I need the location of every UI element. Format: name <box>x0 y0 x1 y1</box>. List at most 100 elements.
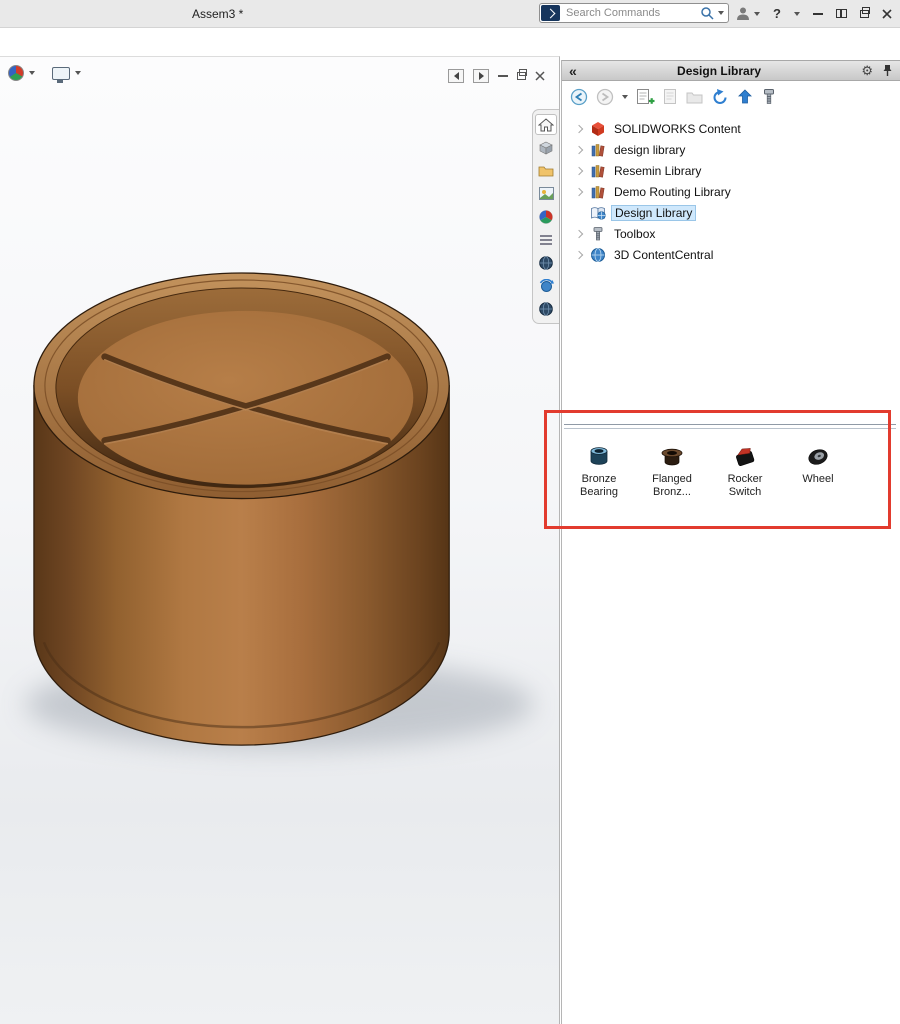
resources-tab[interactable] <box>535 137 557 158</box>
tree-item-solidworks-content[interactable]: SOLIDWORKS Content <box>562 118 900 139</box>
minimize-button[interactable] <box>813 13 823 15</box>
restore-button[interactable] <box>860 10 869 18</box>
design-library-panel: « Design Library ⚙ <box>561 60 900 1024</box>
library-books-icon <box>589 163 607 179</box>
forward-button[interactable] <box>596 88 614 106</box>
tree-item-toolbox[interactable]: Toolbox <box>562 223 900 244</box>
search-commands-box[interactable] <box>539 3 729 23</box>
close-button[interactable] <box>882 9 892 19</box>
list-icon <box>539 234 553 246</box>
layout-panes-button[interactable] <box>836 9 847 18</box>
viewport-close-button[interactable] <box>535 71 545 81</box>
sync-tab[interactable] <box>535 275 557 296</box>
viewport-restore-button[interactable] <box>517 72 526 80</box>
tree-item-label: Demo Routing Library <box>611 184 734 200</box>
tree-item-design-library-selected[interactable]: Design Library <box>562 202 900 223</box>
expand-chevron-icon[interactable] <box>573 168 585 174</box>
panel-toolbar <box>562 81 900 112</box>
dark-globe-icon <box>539 256 553 270</box>
file-explorer-tab[interactable] <box>535 160 557 181</box>
library-item-flanged-bronze[interactable]: Flanged Bronz... <box>640 438 704 499</box>
sync-globe-icon <box>539 279 554 293</box>
toolbox-screw-icon <box>589 226 607 242</box>
library-item-label: Flanged <box>652 473 692 486</box>
search-icon[interactable] <box>700 6 715 21</box>
search-input[interactable] <box>564 6 700 20</box>
expand-chevron-icon[interactable] <box>573 189 585 195</box>
panel-header: « Design Library ⚙ <box>562 60 900 81</box>
central-tab[interactable] <box>535 298 557 319</box>
tree-item-demo-routing-library[interactable]: Demo Routing Library <box>562 181 900 202</box>
picture-icon <box>539 187 554 200</box>
library-tree: SOLIDWORKS Content design library Resemi… <box>562 118 900 265</box>
forum-tab[interactable] <box>535 252 557 273</box>
display-settings-icon[interactable] <box>52 67 70 80</box>
user-caret-icon <box>754 12 760 16</box>
tree-item-resemin-library[interactable]: Resemin Library <box>562 160 900 181</box>
panel-splitter[interactable] <box>564 424 896 429</box>
tree-item-3d-contentcentral[interactable]: 3D ContentCentral <box>562 244 900 265</box>
library-books-icon <box>589 184 607 200</box>
color-wheel-icon <box>539 210 553 224</box>
appearance-caret-icon[interactable] <box>29 71 35 75</box>
appearance-sphere-icon[interactable] <box>8 65 24 81</box>
expand-chevron-icon[interactable] <box>573 126 585 132</box>
up-one-level-button[interactable] <box>737 88 753 105</box>
folder-icon <box>538 164 554 177</box>
title-bar: Assem3 * ? <box>0 0 900 28</box>
expand-chevron-icon[interactable] <box>573 147 585 153</box>
bronze-bearing-icon <box>586 438 612 470</box>
window-title: Assem3 * <box>192 7 243 21</box>
expand-chevron-icon[interactable] <box>573 231 585 237</box>
tree-item-label: Toolbox <box>611 226 658 242</box>
previous-view-button[interactable] <box>448 69 464 83</box>
add-to-library-button[interactable] <box>636 88 655 106</box>
panel-title: Design Library <box>577 64 862 78</box>
library-item-label: Bronze <box>582 473 617 486</box>
add-file-location-button[interactable] <box>663 88 678 106</box>
help-caret-icon[interactable] <box>794 12 800 16</box>
library-books-icon <box>589 142 607 158</box>
design-library-book-icon <box>589 205 607 221</box>
wheel-icon <box>805 438 831 470</box>
bronze-bearing-3d-model[interactable] <box>0 57 559 1024</box>
search-dropdown-caret-icon[interactable] <box>718 11 724 15</box>
display-caret-icon[interactable] <box>75 71 81 75</box>
next-view-button[interactable] <box>473 69 489 83</box>
library-item-label: Switch <box>729 486 761 499</box>
tree-item-label: SOLIDWORKS Content <box>611 121 744 137</box>
library-item-rocker-switch[interactable]: Rocker Switch <box>713 438 777 499</box>
library-item-label: Rocker <box>728 473 763 486</box>
library-item-bronze-bearing[interactable]: Bronze Bearing <box>567 438 631 499</box>
appearances-tab[interactable] <box>535 206 557 227</box>
pin-icon[interactable] <box>882 64 893 77</box>
help-button[interactable]: ? <box>773 6 781 21</box>
user-account-button[interactable] <box>735 6 760 21</box>
viewport-window-controls <box>448 69 545 83</box>
viewport-minimize-button[interactable] <box>498 75 508 77</box>
history-caret-icon[interactable] <box>622 95 628 99</box>
collapse-panel-button[interactable]: « <box>569 64 577 78</box>
user-icon <box>735 6 751 21</box>
rocker-switch-icon <box>732 438 758 470</box>
library-item-label: Wheel <box>802 473 833 486</box>
globe-icon <box>589 247 607 263</box>
tree-item-design-library-folder[interactable]: design library <box>562 139 900 160</box>
solidworks-logo-icon <box>541 5 560 21</box>
tree-item-label: 3D ContentCentral <box>611 247 716 263</box>
create-folder-button[interactable] <box>686 90 703 104</box>
graphics-viewport[interactable] <box>0 56 560 1024</box>
toolbox-screw-button[interactable] <box>761 88 777 106</box>
back-button[interactable] <box>570 88 588 106</box>
library-item-label: Bronz... <box>653 486 691 499</box>
custom-properties-tab[interactable] <box>535 229 557 250</box>
library-item-wheel[interactable]: Wheel <box>786 438 850 499</box>
view-palette-tab[interactable] <box>535 183 557 204</box>
viewport-topleft-tools <box>8 65 81 81</box>
expand-chevron-icon[interactable] <box>573 252 585 258</box>
gear-icon[interactable]: ⚙ <box>861 64 873 77</box>
solidworks-content-icon <box>589 121 607 137</box>
refresh-button[interactable] <box>711 88 729 106</box>
home-tab[interactable] <box>535 114 557 135</box>
library-items-grid: Bronze Bearing Flanged Bronz... Rocker S… <box>567 438 850 499</box>
